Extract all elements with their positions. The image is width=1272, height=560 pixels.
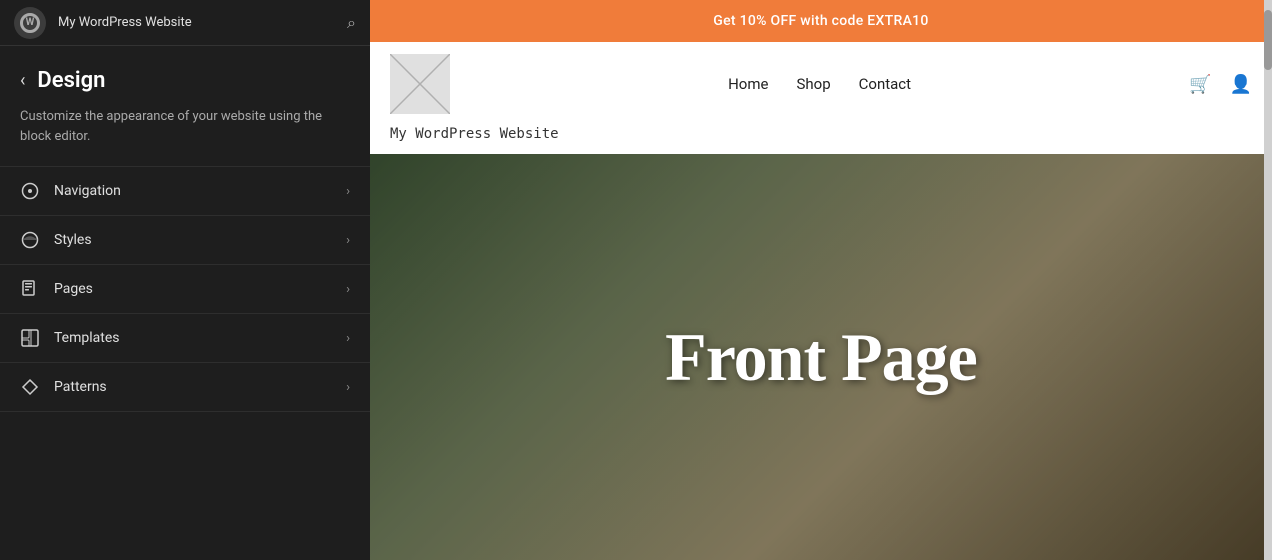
sidebar-item-templates-label: Templates [54, 330, 346, 346]
sidebar-item-templates[interactable]: Templates › [0, 313, 370, 362]
sidebar-item-styles[interactable]: Styles › [0, 215, 370, 264]
page-title: Design [37, 68, 105, 93]
search-icon[interactable]: ⌕ [347, 13, 356, 33]
header-icons: 🛒 👤 [1189, 74, 1252, 95]
site-tagline: My WordPress Website [390, 126, 559, 142]
nav-link-shop[interactable]: Shop [796, 75, 830, 93]
chevron-right-icon: › [346, 282, 350, 297]
sidebar-item-styles-label: Styles [54, 232, 346, 248]
scrollbar[interactable] [1264, 0, 1272, 560]
styles-icon [20, 230, 40, 250]
promo-text: Get 10% OFF with code EXTRA10 [713, 13, 928, 29]
pages-icon [20, 279, 40, 299]
site-name: My WordPress Website [58, 15, 335, 30]
sidebar-item-navigation-label: Navigation [54, 183, 346, 199]
cart-icon[interactable]: 🛒 [1189, 74, 1211, 95]
navigation-icon [20, 181, 40, 201]
chevron-right-icon: › [346, 233, 350, 248]
sidebar-item-navigation[interactable]: Navigation › [0, 166, 370, 215]
sidebar: ‹ Design Customize the appearance of you… [0, 0, 370, 560]
top-bar: W My WordPress Website ⌕ [0, 0, 370, 46]
wp-logo-icon: W [20, 13, 40, 33]
sidebar-item-patterns[interactable]: Patterns › [0, 362, 370, 412]
sidebar-header: ‹ Design [0, 46, 370, 103]
sidebar-description: Customize the appearance of your website… [0, 103, 370, 166]
sidebar-item-pages-label: Pages [54, 281, 346, 297]
site-header: Home Shop Contact 🛒 👤 [370, 42, 1272, 126]
chevron-right-icon: › [346, 331, 350, 346]
chevron-right-icon: › [346, 380, 350, 395]
chevron-right-icon: › [346, 184, 350, 199]
hero-text: Front Page [665, 318, 977, 397]
preview-area: Get 10% OFF with code EXTRA10 Home Shop … [370, 0, 1272, 560]
hero-section: Front Page [370, 154, 1272, 560]
patterns-icon [20, 377, 40, 397]
nav-link-contact[interactable]: Contact [859, 75, 911, 93]
wp-logo[interactable]: W [14, 7, 46, 39]
templates-icon [20, 328, 40, 348]
site-tagline-row: My WordPress Website [370, 126, 1272, 154]
promo-banner: Get 10% OFF with code EXTRA10 [370, 0, 1272, 42]
site-logo [390, 54, 450, 114]
nav-links: Home Shop Contact [466, 75, 1173, 93]
sidebar-item-pages[interactable]: Pages › [0, 264, 370, 313]
nav-link-home[interactable]: Home [728, 75, 768, 93]
sidebar-item-patterns-label: Patterns [54, 379, 346, 395]
sidebar-menu: Navigation › Styles › [0, 166, 370, 412]
scrollbar-thumb[interactable] [1264, 10, 1272, 70]
user-icon[interactable]: 👤 [1230, 74, 1252, 95]
back-button[interactable]: ‹ [20, 70, 25, 91]
